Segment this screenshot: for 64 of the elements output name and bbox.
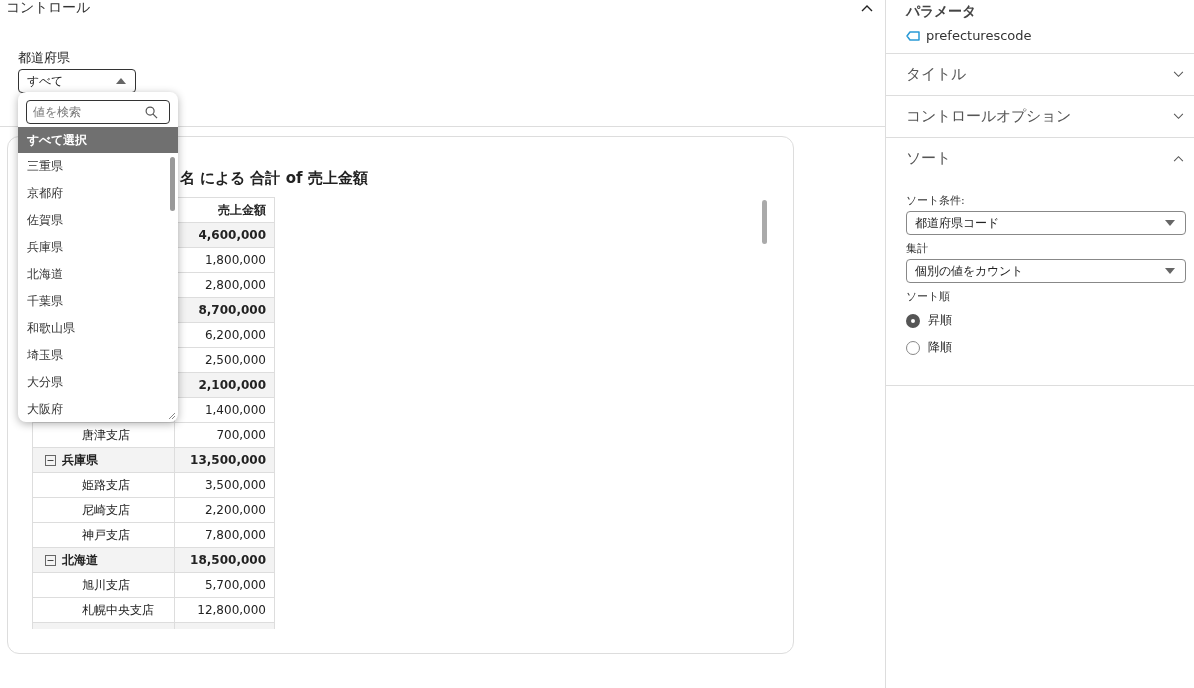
section-title: コントロール (6, 0, 90, 14)
tag-icon (906, 30, 920, 41)
table-cell: 700,000 (216, 428, 266, 442)
panel-heading: パラメータ (906, 2, 977, 20)
table-cell: 1,400,000 (204, 403, 266, 417)
table-cell: 2,500,000 (204, 353, 266, 367)
chevron-icon (1173, 155, 1184, 162)
menu-item[interactable]: 千葉県 (18, 288, 178, 315)
scrollbar-thumb[interactable] (762, 200, 767, 244)
resize-handle-icon[interactable] (168, 412, 176, 420)
table-cell: 3,500,000 (204, 478, 266, 492)
caret-icon (1165, 220, 1175, 226)
row-label: 尼崎支店 (81, 502, 130, 517)
menu-item[interactable]: 三重県 (18, 153, 178, 180)
chevron-icon (1173, 71, 1184, 78)
select-dropdown[interactable]: 個別の値をカウント (906, 259, 1186, 283)
section-header[interactable]: コントロールオプション (886, 96, 1194, 137)
chevron-icon[interactable] (861, 4, 873, 12)
radio-option[interactable]: 昇順 (906, 307, 1186, 334)
table-cell: 6,200,000 (204, 328, 266, 342)
collapse-icon[interactable] (45, 554, 56, 566)
field-label: 集計 (906, 241, 929, 256)
row-label: 唐津支店 (81, 427, 130, 442)
filter-label: 都道府県 (18, 50, 71, 66)
menu-item[interactable]: 和歌山県 (18, 315, 178, 342)
search-field[interactable]: 値を検索 (26, 100, 170, 124)
field-label: ソート条件: (906, 193, 966, 208)
table-cell: 5,700,000 (204, 578, 266, 592)
menu-item[interactable]: すべて選択 (18, 127, 178, 153)
row-label: 姫路支店 (81, 477, 130, 492)
search-icon (145, 106, 158, 119)
table-cell: 18,500,000 (190, 553, 266, 567)
table-cell: 13,500,000 (190, 453, 266, 467)
scrollbar-thumb[interactable] (170, 157, 175, 211)
select-dropdown[interactable]: 都道府県コード (906, 211, 1186, 235)
caret-icon (1165, 268, 1175, 274)
menu-item[interactable]: 北海道 (18, 261, 178, 288)
chart-title: 名 による 合計 of 売上金額 (180, 168, 369, 189)
section-header[interactable]: ソート (886, 138, 1194, 179)
field-label: ソート順 (906, 289, 951, 304)
collapse-icon[interactable] (45, 454, 56, 466)
table-cell: 1,800,000 (204, 253, 266, 267)
parameter-name: prefecturescode (926, 28, 1032, 43)
table-cell: 2,100,000 (198, 378, 266, 392)
caret-icon (116, 78, 126, 84)
row-label: 神戸支店 (81, 527, 130, 542)
row-label: 旭川支店 (81, 577, 130, 592)
filter-dropdown[interactable]: すべて (18, 69, 136, 93)
menu-item[interactable]: 大分県 (18, 369, 178, 396)
table-cell: 7,800,000 (204, 528, 266, 542)
row-label: 兵庫県 (62, 451, 98, 469)
radio-option[interactable]: 降順 (906, 334, 1186, 361)
table-cell: 2,200,000 (204, 503, 266, 517)
table-cell: 2,800,000 (204, 278, 266, 292)
row-label: 北海道 (62, 551, 98, 569)
table-cell: 8,700,000 (198, 303, 266, 317)
table-cell: 4,600,000 (198, 228, 266, 242)
row-label: 札幌中央支店 (81, 602, 154, 617)
chevron-icon (1173, 113, 1184, 120)
menu-item[interactable]: 大阪府 (18, 396, 178, 422)
section-header[interactable]: タイトル (886, 54, 1194, 95)
table-cell: 12,800,000 (197, 603, 266, 617)
menu-item[interactable]: 兵庫県 (18, 234, 178, 261)
menu-item[interactable]: 埼玉県 (18, 342, 178, 369)
